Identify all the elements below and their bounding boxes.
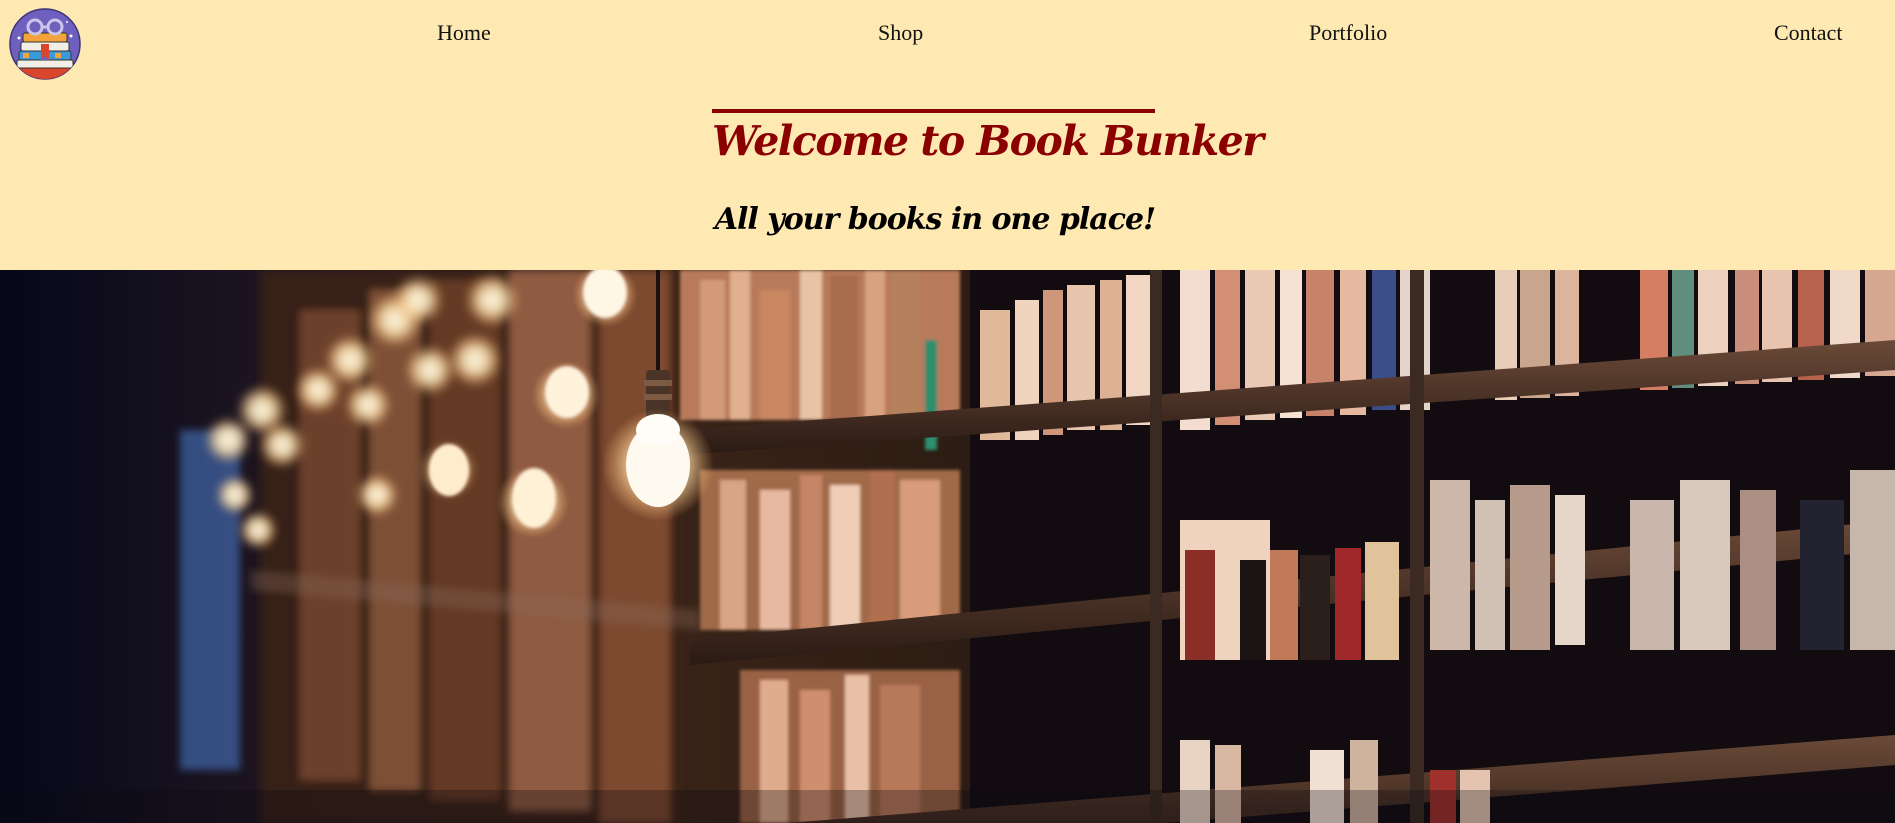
book-stack-logo-icon[interactable] [9, 8, 81, 80]
hero-image [0, 270, 1895, 823]
nav-link-portfolio[interactable]: Portfolio [1309, 20, 1387, 46]
site-header: Home Shop Portfolio Contact Welcome to B… [0, 0, 1895, 270]
title-divider [712, 109, 1155, 113]
library-bookshelf-photo [0, 270, 1895, 823]
nav-link-home[interactable]: Home [437, 20, 491, 46]
nav-link-shop[interactable]: Shop [878, 20, 923, 46]
page-subtitle: All your books in one place! [714, 202, 1156, 237]
nav-link-contact[interactable]: Contact [1774, 20, 1842, 46]
page-title: Welcome to Book Bunker [712, 117, 1264, 165]
